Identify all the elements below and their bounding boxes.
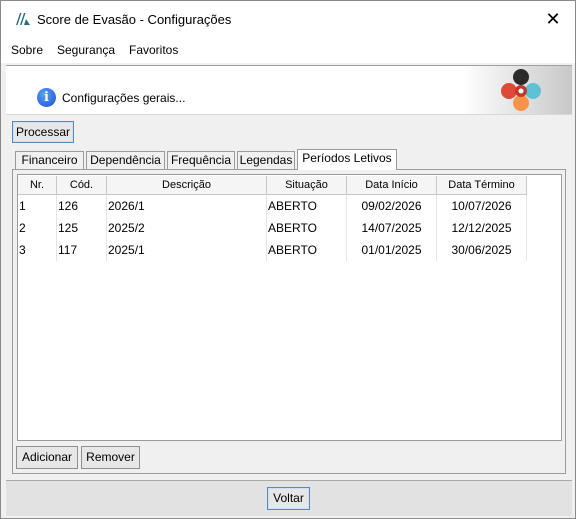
cell-data-termino: 10/07/2026 [437, 195, 527, 217]
remove-button[interactable]: Remover [81, 446, 140, 469]
cell-situacao: ABERTO [267, 195, 347, 217]
cell-data-termino: 12/12/2025 [437, 217, 527, 239]
cell-data-inicio: 14/07/2025 [347, 217, 437, 239]
table-row[interactable]: 2 125 2025/2 ABERTO 14/07/2025 12/12/202… [18, 217, 527, 239]
cell-cod: 125 [57, 217, 107, 239]
cell-nr: 3 [18, 239, 57, 261]
cell-data-inicio: 09/02/2026 [347, 195, 437, 217]
cell-data-termino: 30/06/2025 [437, 239, 527, 261]
column-header-cod[interactable]: Cód. [57, 176, 107, 195]
cell-descricao: 2026/1 [107, 195, 267, 217]
cell-nr: 2 [18, 217, 57, 239]
cell-cod: 117 [57, 239, 107, 261]
cell-descricao: 2025/2 [107, 217, 267, 239]
tab-dependencia[interactable]: Dependência [86, 151, 165, 169]
table-row[interactable]: 3 117 2025/1 ABERTO 01/01/2025 30/06/202… [18, 239, 527, 261]
back-button[interactable]: Voltar [267, 487, 310, 510]
tab-periodos-letivos[interactable]: Períodos Letivos [297, 149, 397, 170]
close-icon[interactable]: ✕ [531, 1, 575, 37]
column-header-situacao[interactable]: Situação [267, 176, 347, 195]
cell-data-inicio: 01/01/2025 [347, 239, 437, 261]
tab-legendas[interactable]: Legendas [237, 151, 295, 169]
column-header-nr[interactable]: Nr. [18, 176, 57, 195]
tab-financeiro[interactable]: Financeiro [15, 151, 84, 169]
column-header-descricao[interactable]: Descrição [107, 176, 267, 195]
column-header-data-inicio[interactable]: Data Início [347, 176, 437, 195]
menu-item-sobre[interactable]: Sobre [11, 43, 43, 57]
title-bar[interactable]: Score de Evasão - Configurações ✕ [1, 1, 575, 37]
tab-frequencia[interactable]: Frequência [167, 151, 235, 169]
brand-logo [501, 69, 541, 111]
periods-table[interactable]: Nr. Cód. Descrição Situação Data Início … [17, 174, 562, 441]
cell-descricao: 2025/1 [107, 239, 267, 261]
process-button[interactable]: Processar [12, 121, 74, 143]
window-title: Score de Evasão - Configurações [37, 12, 232, 27]
cell-nr: 1 [18, 195, 57, 217]
app-logo-icon [16, 13, 30, 25]
column-header-data-termino[interactable]: Data Término [437, 176, 527, 195]
app-window: Score de Evasão - Configurações ✕ Sobre … [0, 0, 576, 519]
header-panel: i Configurações gerais... [6, 65, 572, 115]
header-title: Configurações gerais... [62, 91, 186, 105]
cell-situacao: ABERTO [267, 239, 347, 261]
add-button[interactable]: Adicionar [16, 446, 78, 469]
table-row[interactable]: 1 126 2026/1 ABERTO 09/02/2026 10/07/202… [18, 195, 527, 217]
menu-bar: Sobre Segurança Favoritos [1, 37, 575, 63]
menu-item-seguranca[interactable]: Segurança [57, 43, 115, 57]
cell-cod: 126 [57, 195, 107, 217]
menu-item-favoritos[interactable]: Favoritos [129, 43, 178, 57]
info-icon: i [37, 88, 56, 107]
cell-situacao: ABERTO [267, 217, 347, 239]
